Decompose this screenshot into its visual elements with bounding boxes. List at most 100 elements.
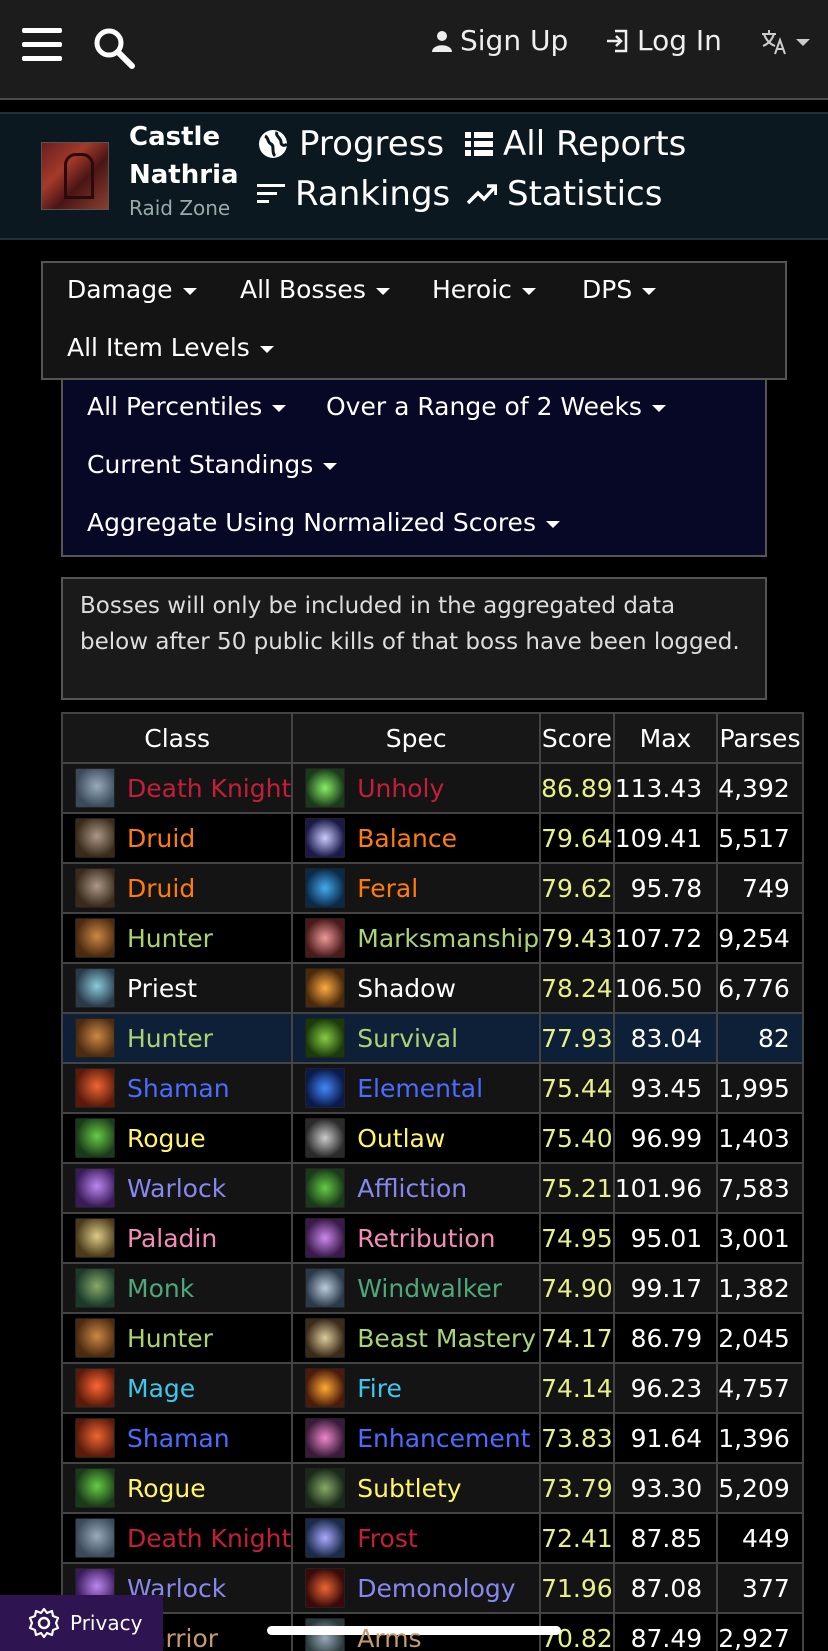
column-header-parses[interactable]: Parses	[716, 712, 804, 764]
score-cell: 75.21	[539, 1162, 615, 1214]
class-name[interactable]: Warlock	[127, 1174, 226, 1203]
filter-bar-secondary: All Percentiles Over a Range of 2 Weeks …	[61, 380, 767, 557]
spec-name[interactable]: Retribution	[357, 1224, 495, 1253]
table-row[interactable]: Mage Fire 74.14 96.23 4,757	[60, 1362, 804, 1414]
class-cell: Priest	[60, 962, 294, 1014]
class-name[interactable]: Paladin	[127, 1224, 217, 1253]
rankings-link[interactable]: Rankings	[257, 174, 450, 214]
zone-title-line1: Castle	[129, 122, 221, 152]
class-name[interactable]: Mage	[127, 1374, 195, 1403]
table-header-row: Class Spec Score Max Parses	[60, 712, 804, 764]
table-row[interactable]: Monk Windwalker 74.90 99.17 1,382	[60, 1262, 804, 1314]
table-row[interactable]: Rogue Subtlety 73.79 93.30 5,209	[60, 1462, 804, 1514]
table-row[interactable]: Shaman Enhancement 73.83 91.64 1,396	[60, 1412, 804, 1464]
spec-name[interactable]: Enhancement	[357, 1424, 530, 1453]
spec-cell: Windwalker	[291, 1262, 542, 1314]
column-header-class[interactable]: Class	[60, 712, 294, 764]
search-icon[interactable]	[92, 26, 136, 70]
top-navigation-bar: Sign Up Log In	[0, 0, 828, 100]
class-name[interactable]: Druid	[127, 824, 195, 853]
column-header-score[interactable]: Score	[539, 712, 615, 764]
spec-name[interactable]: Affliction	[357, 1174, 467, 1203]
language-selector[interactable]	[760, 28, 810, 56]
table-row[interactable]: Druid Balance 79.64 109.41 5,517	[60, 812, 804, 864]
max-cell: 106.50	[612, 962, 719, 1014]
column-header-max[interactable]: Max	[612, 712, 719, 764]
sign-up-link[interactable]: Sign Up	[432, 24, 568, 57]
class-name[interactable]: Priest	[127, 974, 197, 1003]
spec-name[interactable]: Arms	[357, 1624, 421, 1651]
class-name[interactable]: Rogue	[127, 1474, 206, 1503]
spec-name[interactable]: Frost	[357, 1524, 417, 1553]
table-row[interactable]: Hunter Beast Mastery 74.17 86.79 2,045	[60, 1312, 804, 1364]
standings-dropdown[interactable]: Current Standings	[87, 450, 338, 479]
score-cell: 75.44	[539, 1062, 615, 1114]
spec-name[interactable]: Balance	[357, 824, 457, 853]
class-name[interactable]: Death Knight	[127, 1524, 290, 1553]
spec-name[interactable]: Shadow	[357, 974, 456, 1003]
spec-name[interactable]: Fire	[357, 1374, 402, 1403]
marksmanship-icon	[305, 918, 346, 958]
class-name[interactable]: Hunter	[127, 1024, 213, 1053]
class-name[interactable]: Druid	[127, 874, 195, 903]
progress-link[interactable]: Progress	[257, 124, 444, 164]
class-name[interactable]: Hunter	[127, 1324, 213, 1353]
retribution-icon	[305, 1218, 346, 1258]
spec-name[interactable]: Subtlety	[357, 1474, 461, 1503]
spec-name[interactable]: Elemental	[357, 1074, 483, 1103]
progress-label: Progress	[299, 124, 445, 164]
max-cell: 96.99	[612, 1112, 719, 1164]
table-row[interactable]: Priest Shadow 78.24 106.50 6,776	[60, 962, 804, 1014]
spec-name[interactable]: Demonology	[357, 1574, 515, 1603]
spec-name[interactable]: Beast Mastery	[357, 1324, 536, 1353]
max-cell: 107.72	[612, 912, 719, 964]
class-name[interactable]: Rogue	[127, 1124, 206, 1153]
max-cell: 96.23	[612, 1362, 719, 1414]
spec-name[interactable]: Feral	[357, 874, 418, 903]
class-name[interactable]: Monk	[127, 1274, 194, 1303]
class-name[interactable]: Hunter	[127, 924, 213, 953]
all-reports-link[interactable]: All Reports	[465, 124, 686, 164]
class-cell: Druid	[60, 812, 294, 864]
zone-title[interactable]: Castle Nathria	[129, 118, 239, 194]
percentile-dropdown[interactable]: All Percentiles	[87, 392, 287, 421]
paladin-icon	[75, 1218, 115, 1258]
spec-name[interactable]: Windwalker	[357, 1274, 502, 1303]
spec-cell: Elemental	[291, 1062, 542, 1114]
role-dropdown[interactable]: DPS	[582, 275, 657, 304]
zone-thumbnail[interactable]	[41, 142, 109, 210]
item-level-dropdown[interactable]: All Item Levels	[67, 333, 274, 362]
filter-bar-primary: Damage All Bosses Heroic DPS All Item Le…	[41, 261, 787, 380]
table-row[interactable]: Shaman Elemental 75.44 93.45 1,995	[60, 1062, 804, 1114]
metric-dropdown[interactable]: Damage	[67, 275, 197, 304]
class-name[interactable]: Shaman	[127, 1424, 230, 1453]
privacy-button[interactable]: Privacy	[0, 1595, 163, 1651]
table-row[interactable]: Hunter Marksmanship 79.43 107.72 9,254	[60, 912, 804, 964]
spec-name[interactable]: Unholy	[357, 774, 444, 803]
table-row[interactable]: Warlock Demonology 71.96 87.08 377	[60, 1562, 804, 1614]
spec-name[interactable]: Marksmanship	[357, 924, 538, 953]
caret-down-icon	[323, 462, 338, 470]
table-row[interactable]: Death Knight Frost 72.41 87.85 449	[60, 1512, 804, 1564]
log-in-link[interactable]: Log In	[605, 24, 722, 57]
class-name[interactable]: Shaman	[127, 1074, 230, 1103]
table-row[interactable]: Hunter Survival 77.93 83.04 82	[60, 1012, 804, 1064]
range-dropdown[interactable]: Over a Range of 2 Weeks	[326, 392, 666, 421]
max-cell: 99.17	[612, 1262, 719, 1314]
aggregate-dropdown[interactable]: Aggregate Using Normalized Scores	[87, 508, 560, 537]
table-row[interactable]: Rogue Outlaw 75.40 96.99 1,403	[60, 1112, 804, 1164]
difficulty-dropdown[interactable]: Heroic	[432, 275, 536, 304]
table-row[interactable]: Death Knight Unholy 86.89 113.43 4,392	[60, 762, 804, 814]
rankings-label: Rankings	[295, 174, 451, 214]
score-cell: 71.96	[539, 1562, 615, 1614]
class-name[interactable]: Death Knight	[127, 774, 290, 803]
table-row[interactable]: Paladin Retribution 74.95 95.01 3,001	[60, 1212, 804, 1264]
spec-name[interactable]: Survival	[357, 1024, 458, 1053]
menu-icon[interactable]	[22, 28, 62, 62]
spec-name[interactable]: Outlaw	[357, 1124, 445, 1153]
statistics-link[interactable]: Statistics	[467, 174, 662, 214]
table-row[interactable]: Druid Feral 79.62 95.78 749	[60, 862, 804, 914]
table-row[interactable]: Warlock Affliction 75.21 101.96 7,583	[60, 1162, 804, 1214]
boss-dropdown[interactable]: All Bosses	[240, 275, 390, 304]
column-header-spec[interactable]: Spec	[291, 712, 542, 764]
